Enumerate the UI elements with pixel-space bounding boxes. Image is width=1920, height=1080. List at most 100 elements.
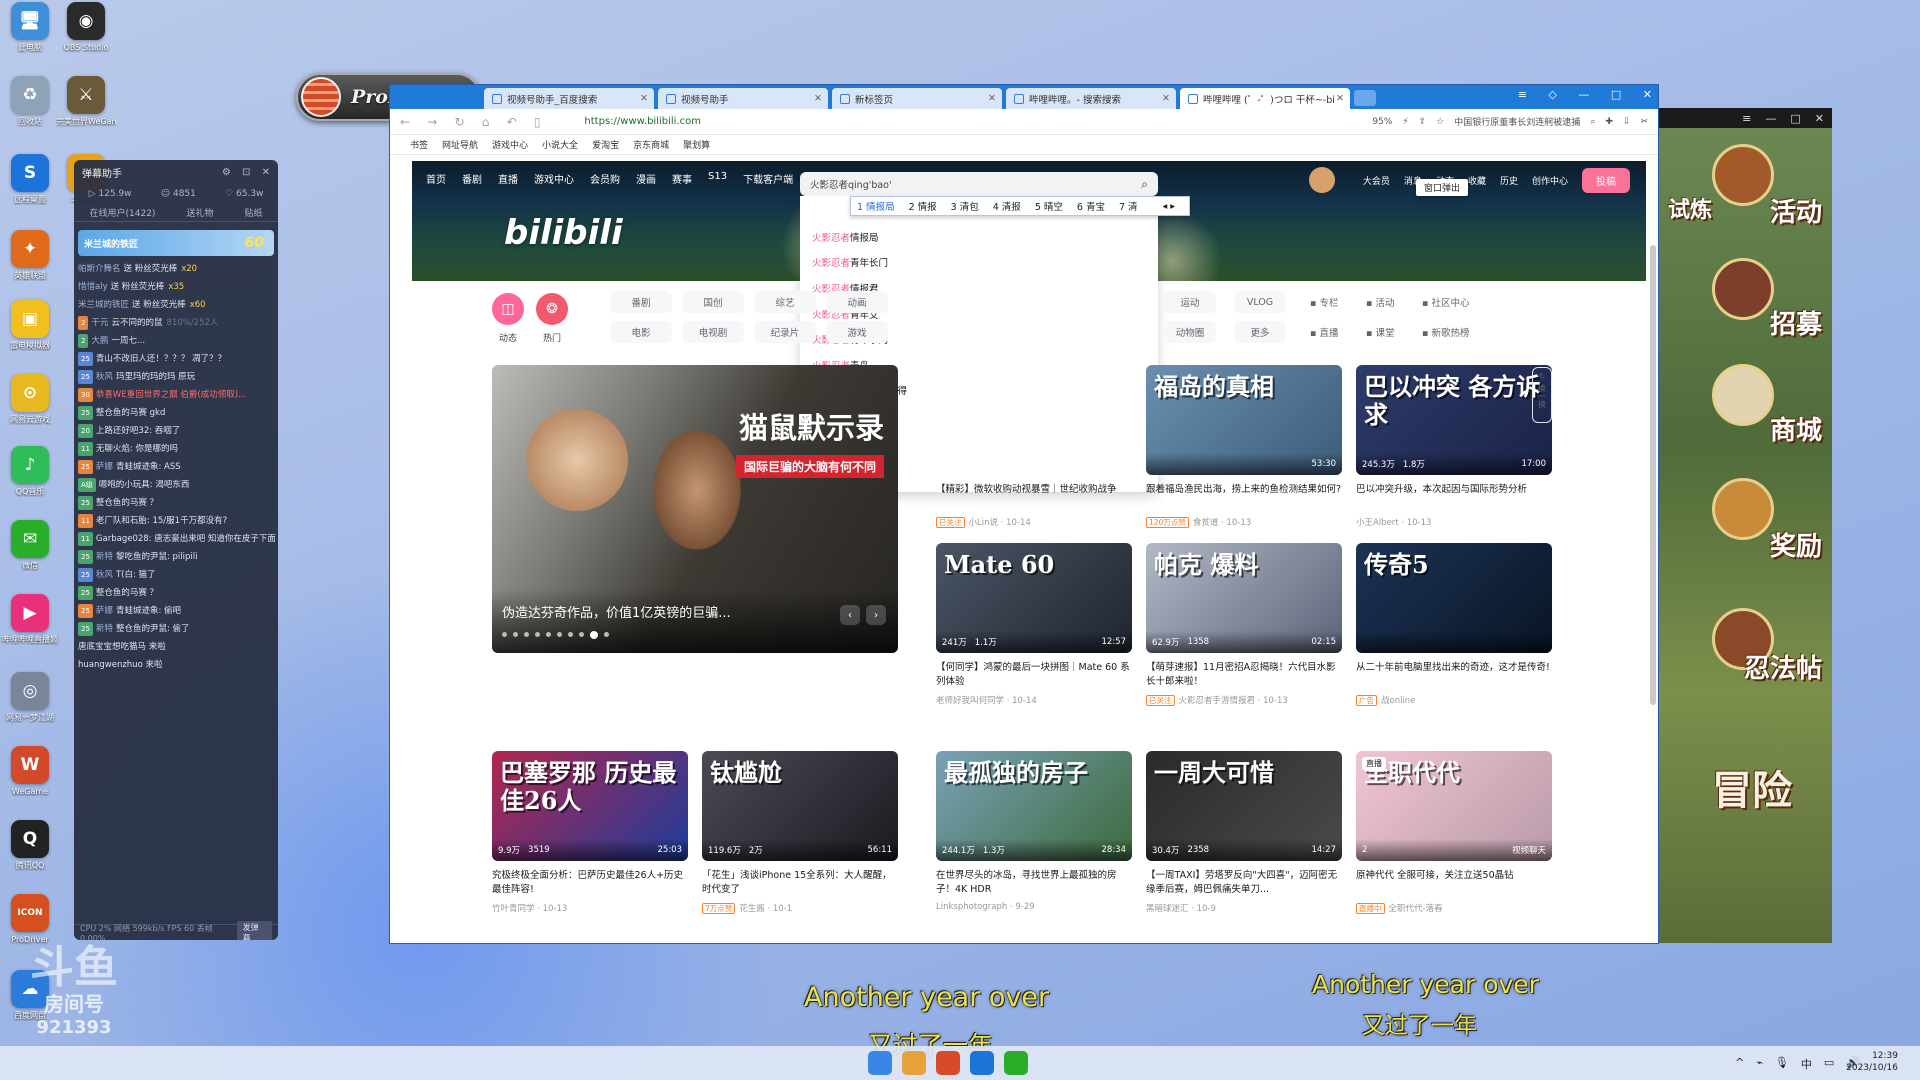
tray-icon[interactable]: 🎙 bbox=[1775, 1056, 1789, 1072]
bookmark-item[interactable]: 小说大全 bbox=[542, 138, 578, 151]
user-nav-link[interactable]: 收藏 bbox=[1468, 177, 1486, 187]
ime-candidate[interactable]: 6 青宝 bbox=[1077, 199, 1105, 213]
tab-close-icon[interactable]: ✕ bbox=[1162, 93, 1170, 104]
uploader[interactable]: Linksphotograph · 9-29 bbox=[936, 902, 1035, 912]
game-button-adventure[interactable]: 冒险 bbox=[1712, 758, 1792, 816]
side-link[interactable]: ▪ 课堂 bbox=[1366, 325, 1394, 339]
banner-dot[interactable] bbox=[579, 632, 584, 637]
banner-dot[interactable] bbox=[535, 632, 540, 637]
menu-icon[interactable]: ≡ bbox=[1742, 112, 1751, 125]
browser-tab[interactable]: 哔哩哔哩 (゜-゜)つロ 干杯~-bi ✕ bbox=[1180, 88, 1350, 109]
browser-tab[interactable]: 哔哩哔哩。- 搜索搜索 ✕ bbox=[1006, 88, 1176, 109]
uploader[interactable]: 花生酱 · 10-1 bbox=[739, 904, 792, 914]
banner-dot[interactable] bbox=[524, 632, 529, 637]
avatar[interactable] bbox=[1308, 167, 1335, 193]
nav-link[interactable]: S13 bbox=[708, 171, 727, 186]
ime-candidate[interactable]: 4 清报 bbox=[993, 199, 1021, 213]
desktop-icon[interactable]: ▣ 雷电模拟器 bbox=[0, 300, 60, 351]
banner-dot[interactable] bbox=[513, 632, 518, 637]
desktop-icon[interactable]: ▶ 哔哩哔哩直播姬 bbox=[0, 594, 60, 645]
minimize-icon[interactable]: — bbox=[1765, 112, 1776, 125]
video-card[interactable]: 巴塞罗那 历史最佳26人 9.9万 3519 25:03 究极终极全面分析：巴萨历史最佳… bbox=[492, 751, 688, 914]
video-title[interactable]: 【何同学】鸿蒙的最后一块拼图｜Mate 60 系列体验 bbox=[936, 661, 1132, 689]
menu-icon[interactable]: ≡ bbox=[1518, 88, 1527, 101]
game-button-recruit[interactable]: 招募 bbox=[1770, 304, 1822, 341]
browser-tab[interactable]: 视频号助手 ✕ bbox=[658, 88, 828, 109]
channel-chip[interactable]: 游戏 bbox=[826, 321, 888, 343]
video-card[interactable]: Mate 60 241万 1.1万 12:57 【何同学】鸿蒙的最后一块拼图｜Mate … bbox=[936, 543, 1132, 706]
clock[interactable]: 12:39 2023/10/16 bbox=[1846, 1050, 1898, 1074]
video-thumbnail[interactable]: 全职代代 直播 2 视频聊天 bbox=[1356, 751, 1552, 861]
uploader[interactable]: 黑暗球迷汇 · 10-9 bbox=[1146, 904, 1216, 914]
extension-icon[interactable]: ✚ bbox=[1605, 117, 1613, 127]
maximize-icon[interactable]: □ bbox=[1611, 88, 1621, 101]
tray-icon[interactable]: ▭ bbox=[1824, 1056, 1834, 1072]
share-icon[interactable]: ⇪ bbox=[1419, 117, 1427, 127]
uploader[interactable]: 食贫道 · 10-13 bbox=[1193, 518, 1251, 528]
game-button-trial[interactable]: 试炼 bbox=[1668, 192, 1712, 224]
bookmark-item[interactable]: 网址导航 bbox=[442, 138, 478, 151]
video-title[interactable]: 【精彩】微软收购动视暴雪｜世纪收购战争 bbox=[936, 483, 1132, 511]
search-suggestion[interactable]: 火影忍者 青年长门 bbox=[800, 250, 1158, 276]
desktop-icon[interactable]: ♪ QQ音乐 bbox=[0, 446, 60, 497]
new-tab-button[interactable] bbox=[1354, 90, 1376, 106]
settings-icon[interactable]: ⚙ bbox=[222, 167, 231, 178]
desktop-icon[interactable]: W WeGame bbox=[0, 746, 60, 797]
skin-icon[interactable]: ◇ bbox=[1548, 88, 1556, 101]
video-thumbnail[interactable]: 帕克 爆料 62.9万 1358 02:15 bbox=[1146, 543, 1342, 653]
reading-icon[interactable]: ▯ bbox=[534, 115, 541, 129]
game-button-activity[interactable]: 活动 bbox=[1770, 192, 1822, 229]
banner-dot[interactable] bbox=[590, 631, 598, 639]
desktop-icon[interactable]: ✉ 微信 bbox=[0, 520, 60, 571]
video-thumbnail[interactable]: 巴以冲突 各方诉求 245.3万 1.8万 17:00 bbox=[1356, 365, 1552, 475]
bili-logo[interactable]: bilibili bbox=[504, 213, 623, 253]
side-link[interactable]: ▪ 新歌热榜 bbox=[1422, 325, 1469, 339]
video-thumbnail[interactable]: 传奇5 bbox=[1356, 543, 1552, 653]
banner-dot[interactable] bbox=[546, 632, 551, 637]
uploader[interactable]: 老师好我叫何同学 · 10-14 bbox=[936, 696, 1037, 706]
channel-chip[interactable]: 国创 bbox=[682, 291, 744, 313]
refresh-button[interactable]: ↻ 换一换 bbox=[1532, 367, 1552, 423]
ime-candidate[interactable]: 1 情报局 bbox=[857, 199, 895, 213]
video-thumbnail[interactable]: 福岛的真相 53:30 bbox=[1146, 365, 1342, 475]
video-card[interactable]: 最孤独的房子 244.1万 1.3万 28:34 在世界尽头的冰岛，寻找世界上最孤独的房… bbox=[936, 751, 1132, 912]
channel-热门-icon[interactable]: ❂ bbox=[536, 293, 568, 325]
browser-tab[interactable]: 新标签页 ✕ bbox=[832, 88, 1002, 109]
video-title[interactable]: 「花生」浅谈iPhone 15全系列：大人醒醒，时代变了 bbox=[702, 869, 898, 897]
close-icon[interactable]: ✕ bbox=[1815, 112, 1824, 125]
danmu-tab[interactable]: 贴纸 bbox=[244, 206, 262, 219]
download-icon[interactable]: ⇩ bbox=[1623, 117, 1631, 127]
ime-candidate[interactable]: 3 清包 bbox=[951, 199, 979, 213]
url-field[interactable]: https://www.bilibili.com bbox=[584, 116, 1024, 127]
maximize-icon[interactable]: □ bbox=[1790, 112, 1800, 125]
uploader[interactable]: 火影忍者手游情报君 · 10-13 bbox=[1179, 696, 1288, 706]
video-title[interactable]: 究极终极全面分析：巴萨历史最佳26人+历史最佳阵容! bbox=[492, 869, 688, 897]
ime-page-icon[interactable]: ◂ ▸ bbox=[1162, 201, 1175, 212]
danmu-tab[interactable]: 送礼物 bbox=[186, 206, 213, 219]
desktop-icon[interactable]: ⊙ 网易云游戏 bbox=[0, 374, 60, 425]
uploader[interactable]: 小Lin说 · 10-14 bbox=[969, 518, 1031, 528]
banner-dot[interactable] bbox=[502, 632, 507, 637]
ime-candidate[interactable]: 5 晴空 bbox=[1035, 199, 1063, 213]
featured-banner[interactable]: 猫鼠默示录 国际巨骗的大脑有何不同 伪造达芬奇作品，价值1亿英镑的巨骗... ‹… bbox=[492, 365, 898, 653]
next-arrow-icon[interactable]: › bbox=[866, 605, 886, 625]
nav-link[interactable]: 赛事 bbox=[672, 171, 692, 186]
tab-close-icon[interactable]: ✕ bbox=[640, 93, 648, 104]
home-icon[interactable]: ⌂ bbox=[482, 115, 490, 129]
video-thumbnail[interactable]: 最孤独的房子 244.1万 1.3万 28:34 bbox=[936, 751, 1132, 861]
send-danmu-button[interactable]: 发弹幕 bbox=[236, 920, 272, 940]
uploader[interactable]: 战online bbox=[1381, 696, 1415, 706]
ime-candidate[interactable]: 7 清 bbox=[1119, 199, 1138, 213]
nav-link[interactable]: 会员购 bbox=[590, 171, 620, 186]
prev-arrow-icon[interactable]: ‹ bbox=[840, 605, 860, 625]
channel-chip[interactable]: 动物圈 bbox=[1164, 321, 1216, 343]
wechat-taskbar-icon[interactable] bbox=[1004, 1051, 1028, 1075]
channel-chip[interactable]: 电影 bbox=[610, 321, 672, 343]
browser-taskbar-icon[interactable] bbox=[936, 1051, 960, 1075]
scrollbar[interactable] bbox=[1650, 245, 1656, 705]
close-icon[interactable]: ✕ bbox=[1643, 88, 1652, 101]
channel-动态-icon[interactable]: ◫ bbox=[492, 293, 524, 325]
video-card[interactable]: 福岛的真相 53:30 跟着福岛渔民出海，捞上来的鱼检测结果如何? 120万点赞 食贫道… bbox=[1146, 365, 1342, 528]
video-card[interactable]: 一周大可惜 30.4万 2358 14:27 【一周TAXI】劳塔罗反向"大四喜"，迈阿… bbox=[1146, 751, 1342, 914]
desktop-icon[interactable]: Q 腾讯QQ bbox=[0, 820, 60, 871]
